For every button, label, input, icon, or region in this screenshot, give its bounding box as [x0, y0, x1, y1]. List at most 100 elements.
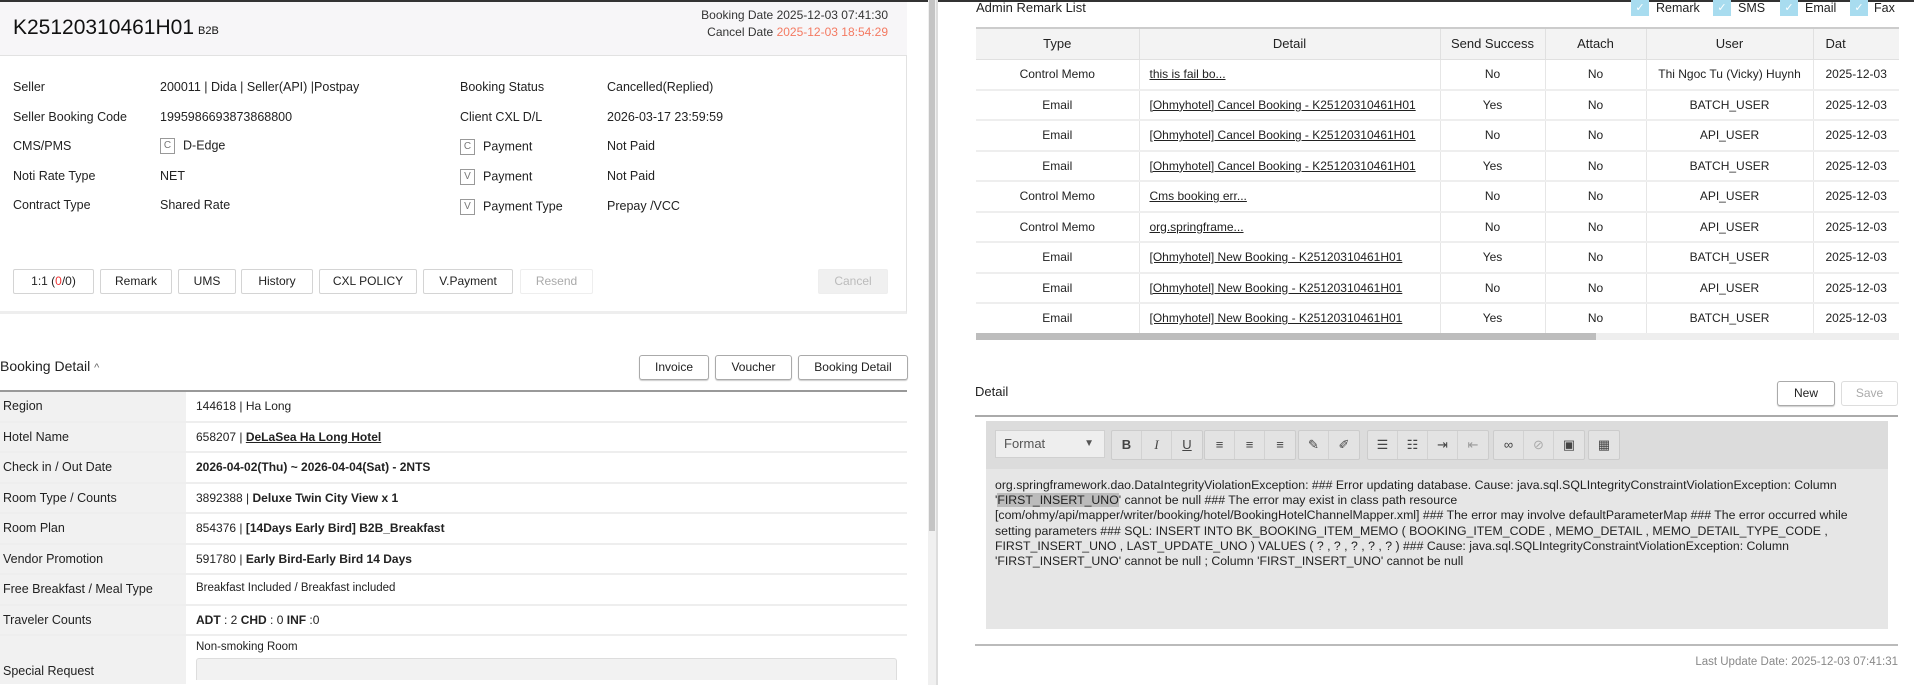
cell-send-success: Yes — [1440, 242, 1546, 274]
region-code: 144618 — [196, 399, 237, 413]
detail-link[interactable]: [Ohmyhotel] New Booking - K25120310461H0… — [1150, 281, 1403, 295]
cxl-policy-button[interactable]: CXL POLICY — [319, 269, 417, 294]
one-to-one-button[interactable]: 1:1 (0/0) — [13, 269, 94, 294]
col-send-success[interactable]: Send Success — [1440, 28, 1546, 60]
cell-detail[interactable]: [Ohmyhotel] Cancel Booking - K2512031046… — [1139, 150, 1441, 182]
align-left-icon[interactable]: ≡ — [1205, 431, 1235, 459]
col-type[interactable]: Type — [976, 28, 1140, 60]
align-center-icon[interactable]: ≡ — [1235, 431, 1265, 459]
special-request-textarea[interactable] — [196, 658, 897, 680]
link-icon[interactable]: ∞ — [1494, 431, 1524, 459]
cell-date: 2025-12-03 — [1813, 303, 1899, 335]
remark-checkbox[interactable]: ✓ — [1631, 0, 1649, 16]
detail-link[interactable]: Cms booking err... — [1150, 189, 1247, 203]
ums-button[interactable]: UMS — [178, 269, 236, 294]
table-horizontal-scrollbar[interactable] — [976, 333, 1899, 340]
cell-detail[interactable]: [Ohmyhotel] New Booking - K25120310461H0… — [1139, 272, 1441, 304]
table-row[interactable]: Control Memo Cms booking err... No No API_US… — [976, 181, 1899, 213]
panel-divider[interactable] — [936, 0, 938, 685]
table-row: Region 144618 | Ha Long — [0, 392, 907, 423]
history-button[interactable]: History — [241, 269, 313, 294]
table-row[interactable]: Email [Ohmyhotel] New Booking - K25120310… — [976, 303, 1899, 335]
cell-detail[interactable]: [Ohmyhotel] Cancel Booking - K2512031046… — [1139, 89, 1441, 121]
indent-icon[interactable]: ⇥ — [1428, 431, 1458, 459]
table-icon[interactable]: ▦ — [1589, 431, 1619, 459]
detail-link[interactable]: this is fail bo... — [1150, 67, 1226, 81]
numbered-list-icon[interactable]: ☷ — [1398, 431, 1428, 459]
detail-link[interactable]: [Ohmyhotel] New Booking - K25120310461H0… — [1150, 311, 1403, 325]
new-button[interactable]: New — [1777, 381, 1835, 406]
fax-checkbox[interactable]: ✓ — [1850, 0, 1868, 16]
booking-detail-title[interactable]: Booking Detail ^ — [0, 358, 99, 374]
col-user[interactable]: User — [1646, 28, 1814, 60]
underline-icon[interactable]: U — [1172, 431, 1202, 459]
format-select[interactable]: Format ▼ — [995, 430, 1105, 458]
table-row[interactable]: Email [Ohmyhotel] New Booking - K25120310… — [976, 242, 1899, 274]
left-scrollbar[interactable] — [928, 0, 936, 685]
unlink-icon[interactable]: ⊘ — [1524, 431, 1554, 459]
cell-type: Control Memo — [976, 211, 1140, 243]
invoice-button[interactable]: Invoice — [639, 355, 709, 380]
col-detail[interactable]: Detail — [1139, 28, 1441, 60]
remark-filter-label: Remark — [1656, 1, 1700, 15]
detail-link[interactable]: org.springframe... — [1150, 220, 1244, 234]
clear-format-icon[interactable]: ✐ — [1329, 431, 1359, 459]
promo-name: Early Bird-Early Bird 14 Days — [245, 551, 412, 566]
booking-date-value: 2025-12-03 07:41:30 — [776, 8, 888, 22]
one-to-one-count: 0 — [55, 274, 62, 288]
table-row[interactable]: Email [Ohmyhotel] New Booking - K25120310… — [976, 272, 1899, 304]
cell-detail[interactable]: Cms booking err... — [1139, 181, 1441, 213]
cell-attach: No — [1545, 303, 1647, 335]
cell-date: 2025-12-03 — [1813, 59, 1899, 91]
detail-link[interactable]: [Ohmyhotel] New Booking - K25120310461H0… — [1150, 250, 1403, 264]
table-row[interactable]: Control Memo org.springframe... No No API_US… — [976, 211, 1899, 243]
image-icon[interactable]: ▣ — [1554, 431, 1584, 459]
cell-send-success: No — [1440, 181, 1546, 213]
voucher-button[interactable]: Voucher — [715, 355, 792, 380]
contract-type-value: Shared Rate — [160, 198, 231, 212]
italic-icon[interactable]: I — [1142, 431, 1172, 459]
resend-button[interactable]: Resend — [520, 269, 593, 294]
col-attach[interactable]: Attach — [1545, 28, 1647, 60]
bullet-list-icon[interactable]: ☰ — [1368, 431, 1398, 459]
table-row[interactable]: Control Memo this is fail bo... No No Thi Ng… — [976, 59, 1899, 91]
hotel-name-link[interactable]: DeLaSea Ha Long Hotel — [246, 430, 381, 444]
cell-detail[interactable]: org.springframe... — [1139, 211, 1441, 243]
cancel-button[interactable]: Cancel — [818, 269, 888, 294]
save-button[interactable]: Save — [1841, 381, 1898, 406]
v-payment-label: V Payment — [460, 169, 532, 185]
remark-button[interactable]: Remark — [100, 269, 172, 294]
table-row: Room Type / Counts 3892388 | Deluxe Twin … — [0, 483, 907, 514]
cell-send-success: Yes — [1440, 303, 1546, 335]
editor-content[interactable]: org.springframework.dao.DataIntegrityVio… — [995, 478, 1880, 569]
last-update-date: Last Update Date: 2025-12-03 07:41:31 — [1695, 656, 1898, 668]
content-highlight: FIRST_INSERT_UNO — [997, 493, 1119, 508]
booking-status-value: Cancelled(Replied) — [607, 80, 714, 94]
scrollbar-thumb[interactable] — [929, 0, 935, 531]
plan-code: 854376 — [196, 521, 237, 535]
cell-detail[interactable]: [Ohmyhotel] New Booking - K25120310461H0… — [1139, 303, 1441, 335]
align-right-icon[interactable]: ≡ — [1265, 431, 1295, 459]
cell-detail[interactable]: [Ohmyhotel] New Booking - K25120310461H0… — [1139, 242, 1441, 274]
detail-link[interactable]: [Ohmyhotel] Cancel Booking - K2512031046… — [1150, 159, 1416, 173]
detail-link[interactable]: [Ohmyhotel] Cancel Booking - K2512031046… — [1150, 98, 1416, 112]
special-request-value: Non-smoking Room — [186, 636, 907, 684]
inf-label: INF — [286, 612, 307, 627]
col-date[interactable]: Dat — [1813, 28, 1899, 60]
table-row[interactable]: Email [Ohmyhotel] Cancel Booking - K25120… — [976, 89, 1899, 121]
table-row[interactable]: Email [Ohmyhotel] Cancel Booking - K25120… — [976, 120, 1899, 152]
cell-attach: No — [1545, 242, 1647, 274]
format-brush-icon[interactable]: ✎ — [1299, 431, 1329, 459]
booking-detail-button[interactable]: Booking Detail — [798, 355, 908, 380]
outdent-icon[interactable]: ⇤ — [1458, 431, 1488, 459]
scrollbar-thumb[interactable] — [976, 333, 1596, 340]
email-checkbox[interactable]: ✓ — [1780, 0, 1798, 16]
bold-icon[interactable]: B — [1112, 431, 1142, 459]
detail-link[interactable]: [Ohmyhotel] Cancel Booking - K2512031046… — [1150, 128, 1416, 142]
v-payment-button[interactable]: V.Payment — [423, 269, 513, 294]
sms-checkbox[interactable]: ✓ — [1713, 0, 1731, 16]
vendor-promotion-label: Vendor Promotion — [0, 544, 186, 573]
cell-detail[interactable]: this is fail bo... — [1139, 59, 1441, 91]
table-row[interactable]: Email [Ohmyhotel] Cancel Booking - K25120… — [976, 150, 1899, 182]
cell-detail[interactable]: [Ohmyhotel] Cancel Booking - K2512031046… — [1139, 120, 1441, 152]
